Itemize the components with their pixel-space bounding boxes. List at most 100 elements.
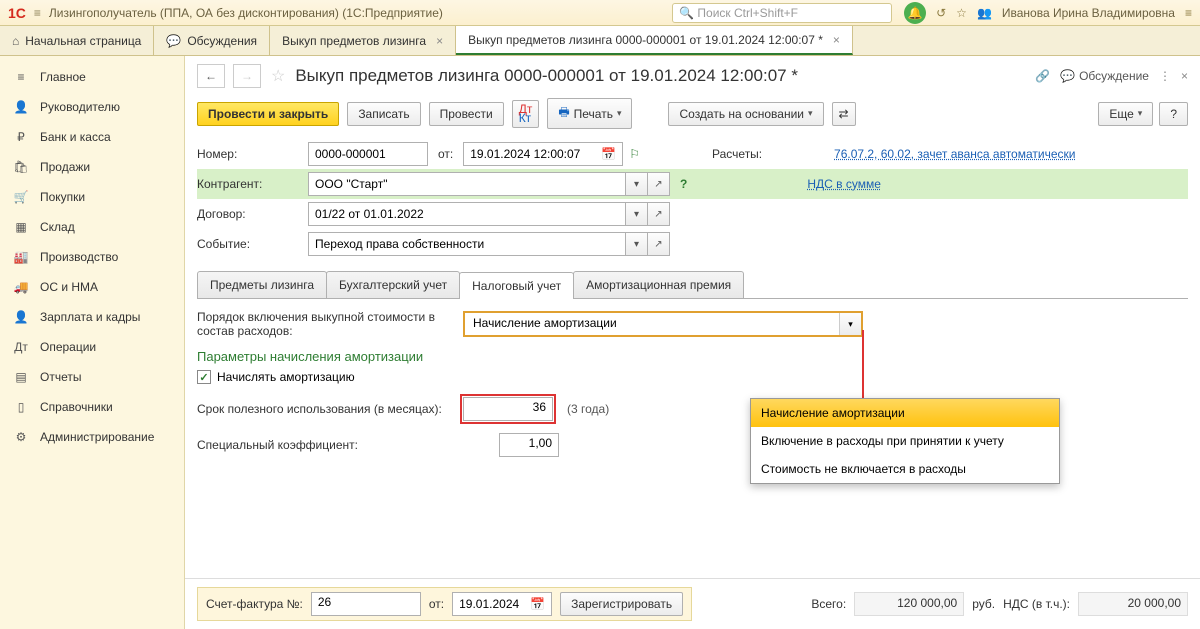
app-title: Лизингополучатель (ППА, ОА без дисконтир… bbox=[49, 6, 672, 20]
sidebar-item-sales[interactable]: 🛍Продажи bbox=[0, 152, 184, 182]
menu-icon[interactable]: ≡ bbox=[1185, 6, 1192, 20]
post-button[interactable]: Провести bbox=[429, 102, 504, 126]
post-close-button[interactable]: Провести и закрыть bbox=[197, 102, 339, 126]
favorite-star-icon[interactable]: ☆ bbox=[271, 66, 285, 86]
open-icon[interactable]: ↗ bbox=[648, 172, 670, 196]
print-icon: 🖶 bbox=[558, 103, 569, 124]
close-icon[interactable]: × bbox=[436, 34, 443, 48]
global-search-input[interactable]: 🔍 Поиск Ctrl+Shift+F bbox=[672, 3, 892, 23]
dropdown-option[interactable]: Включение в расходы при принятии к учету bbox=[751, 427, 1059, 455]
dropdown-option[interactable]: Стоимость не включается в расходы bbox=[751, 455, 1059, 483]
calendar-icon[interactable]: 📅 bbox=[530, 597, 545, 611]
sf-number-input[interactable]: 26 bbox=[311, 592, 421, 616]
sf-date-input[interactable]: 19.01.2024 📅 bbox=[452, 592, 552, 616]
sf-label: Счет-фактура №: bbox=[206, 597, 303, 611]
username[interactable]: Иванова Ирина Владимировна bbox=[1002, 6, 1175, 20]
sidebar-item-reports[interactable]: ▤Отчеты bbox=[0, 362, 184, 392]
coeff-input[interactable]: 1,00 bbox=[499, 433, 559, 457]
tab-buyout-doc-label: Выкуп предметов лизинга 0000-000001 от 1… bbox=[468, 33, 823, 47]
sidebar-item-bank[interactable]: ₽Банк и касса bbox=[0, 122, 184, 152]
sidebar-item-warehouse[interactable]: ▦Склад bbox=[0, 212, 184, 242]
contragent-input[interactable]: ООО "Старт" bbox=[308, 172, 626, 196]
more-button[interactable]: Еще ▾ bbox=[1098, 102, 1153, 126]
logo-1c: 1C bbox=[8, 5, 26, 21]
sidebar-item-hr[interactable]: 👤 Зарплата и кадры bbox=[0, 302, 184, 332]
tab-discussions[interactable]: 💬 Обсуждения bbox=[154, 26, 270, 55]
total-label: Всего: bbox=[811, 597, 846, 611]
star-icon[interactable]: ☆ bbox=[956, 6, 967, 20]
open-icon[interactable]: ↗ bbox=[648, 202, 670, 226]
invoice-block: Счет-фактура №: 26 от: 19.01.2024 📅 Заре… bbox=[197, 587, 692, 621]
calendar-icon[interactable]: 📅 bbox=[601, 147, 616, 161]
order-select[interactable]: Начисление амортизации ▾ bbox=[463, 311, 863, 337]
help-button[interactable]: ? bbox=[1159, 102, 1188, 126]
users-icon[interactable]: 👥 bbox=[977, 6, 992, 20]
person-icon: 👤 bbox=[12, 100, 30, 114]
tab-home[interactable]: ⌂ Начальная страница bbox=[0, 26, 154, 55]
flag-icon[interactable]: ⚐ bbox=[629, 147, 640, 161]
sidebar-item-catalogs[interactable]: ▯Справочники bbox=[0, 392, 184, 422]
sidebar-item-production[interactable]: 🏭Производство bbox=[0, 242, 184, 272]
sidebar-item-operations[interactable]: ДтОперации bbox=[0, 332, 184, 362]
save-button[interactable]: Записать bbox=[347, 102, 420, 126]
sidebar-item-label: Отчеты bbox=[40, 370, 81, 384]
number-input[interactable]: 0000-000001 bbox=[308, 142, 428, 166]
ot-label: от: bbox=[434, 147, 457, 161]
bell-icon[interactable]: 🔔 bbox=[904, 2, 926, 24]
discussion-label: Обсуждение bbox=[1079, 69, 1149, 83]
sidebar-item-label: Зарплата и кадры bbox=[40, 310, 140, 324]
chevron-down-icon[interactable]: ▾ bbox=[626, 232, 648, 256]
dtkt-button[interactable]: ДтКт bbox=[512, 100, 540, 128]
contract-input[interactable]: 01/22 от 01.01.2022 bbox=[308, 202, 626, 226]
discussion-link[interactable]: 💬 Обсуждение bbox=[1060, 69, 1149, 83]
structure-button[interactable]: ⇄ bbox=[832, 102, 856, 126]
tab-tax[interactable]: Налоговый учет bbox=[459, 272, 574, 299]
tab-premium[interactable]: Амортизационная премия bbox=[573, 271, 744, 298]
sf-date-value: 19.01.2024 bbox=[459, 597, 519, 611]
calc-amort-checkbox[interactable]: ✓ Начислять амортизацию bbox=[197, 370, 1188, 384]
tab-items[interactable]: Предметы лизинга bbox=[197, 271, 327, 298]
register-button[interactable]: Зарегистрировать bbox=[560, 592, 683, 616]
main-area: ← → ☆ Выкуп предметов лизинга 0000-00000… bbox=[185, 56, 1200, 629]
nav-forward-button[interactable]: → bbox=[233, 64, 261, 88]
vat-link[interactable]: НДС в сумме bbox=[807, 177, 881, 191]
help-icon[interactable]: ? bbox=[680, 177, 687, 191]
date-input[interactable]: 19.01.2024 12:00:07 📅 bbox=[463, 142, 623, 166]
chevron-down-icon: ▾ bbox=[1138, 108, 1143, 119]
useful-life-input[interactable]: 36 bbox=[463, 397, 553, 421]
number-label: Номер: bbox=[197, 147, 302, 161]
link-icon[interactable]: 🔗 bbox=[1035, 69, 1050, 83]
sidebar-item-label: Руководителю bbox=[40, 100, 120, 114]
close-icon[interactable]: × bbox=[1181, 69, 1188, 83]
kebab-icon[interactable]: ⋮ bbox=[1159, 69, 1171, 83]
sidebar-item-admin[interactable]: ⚙Администрирование bbox=[0, 422, 184, 452]
chevron-down-icon[interactable]: ▾ bbox=[839, 313, 861, 335]
history-icon[interactable]: ↺ bbox=[936, 6, 946, 20]
doc-header: ← → ☆ Выкуп предметов лизинга 0000-00000… bbox=[185, 56, 1200, 92]
open-icon[interactable]: ↗ bbox=[648, 232, 670, 256]
tab-buyout-list[interactable]: Выкуп предметов лизинга × bbox=[270, 26, 456, 55]
sidebar-item-label: Администрирование bbox=[40, 430, 154, 444]
event-input[interactable]: Переход права собственности bbox=[308, 232, 626, 256]
calc-link[interactable]: 76.07.2, 60.02, зачет аванса автоматичес… bbox=[834, 147, 1075, 161]
close-icon[interactable]: × bbox=[833, 33, 840, 47]
print-label: Печать bbox=[574, 107, 613, 121]
chevron-down-icon[interactable]: ▾ bbox=[626, 172, 648, 196]
burger-icon[interactable]: ≡ bbox=[34, 6, 41, 20]
chevron-down-icon: ▾ bbox=[808, 108, 813, 119]
sidebar-item-label: ОС и НМА bbox=[40, 280, 98, 294]
dropdown-option[interactable]: Начисление амортизации bbox=[751, 399, 1059, 427]
dtkt-icon: Дт bbox=[12, 340, 30, 354]
sidebar-item-main[interactable]: ≡Главное bbox=[0, 62, 184, 92]
sidebar-item-manager[interactable]: 👤 Руководителю bbox=[0, 92, 184, 122]
tab-accounting[interactable]: Бухгалтерский учет bbox=[326, 271, 460, 298]
sidebar-item-purchases[interactable]: 🛒Покупки bbox=[0, 182, 184, 212]
nav-back-button[interactable]: ← bbox=[197, 64, 225, 88]
print-button[interactable]: 🖶 Печать ▾ bbox=[547, 98, 632, 129]
create-based-button[interactable]: Создать на основании ▾ bbox=[668, 102, 823, 126]
chevron-down-icon[interactable]: ▾ bbox=[626, 202, 648, 226]
person-icon: 👤 bbox=[12, 310, 30, 324]
sidebar-item-assets[interactable]: 🚚ОС и НМА bbox=[0, 272, 184, 302]
tab-buyout-doc[interactable]: Выкуп предметов лизинга 0000-000001 от 1… bbox=[456, 26, 853, 55]
date-value: 19.01.2024 12:00:07 bbox=[470, 147, 580, 161]
